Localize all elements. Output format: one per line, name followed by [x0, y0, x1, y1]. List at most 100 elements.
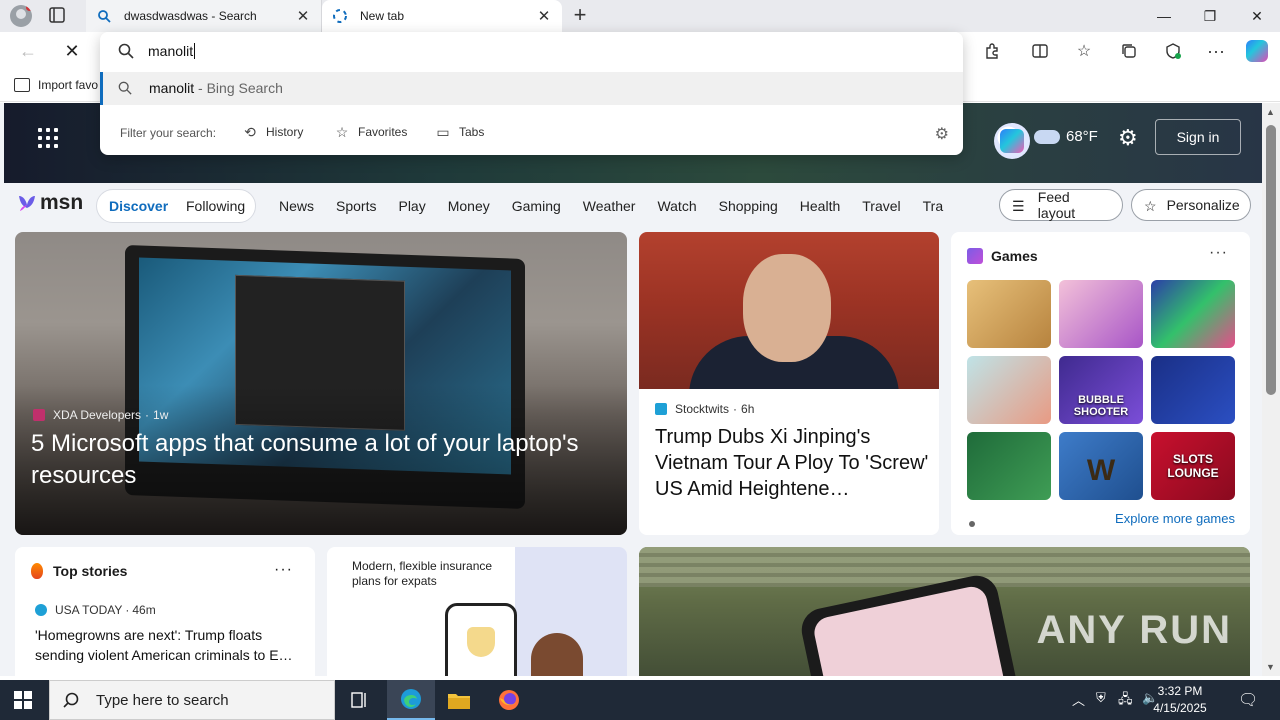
tray-chevron-icon[interactable]: ︿ — [1072, 690, 1085, 709]
games-more-button[interactable]: ··· — [1209, 244, 1228, 262]
nav-link[interactable]: Travel — [862, 198, 900, 214]
hero-article-card[interactable]: XDA Developers · 1w 5 Microsoft apps tha… — [15, 232, 627, 535]
nav-link[interactable]: Gaming — [512, 198, 561, 214]
source-name: XDA Developers — [53, 408, 142, 422]
personalize-button[interactable]: ☆ Personalize — [1131, 189, 1251, 221]
source-name: USA TODAY — [55, 603, 123, 617]
tray-security-icon[interactable]: ⛨ — [1096, 690, 1106, 706]
close-window-button[interactable]: ✕ — [1234, 0, 1280, 32]
msn-logo[interactable]: msn — [16, 191, 83, 215]
top-stories-more-button[interactable]: ··· — [274, 561, 293, 579]
search-filters: Filter your search: ⟲ History ☆ Favorite… — [100, 116, 963, 152]
article-headline[interactable]: 5 Microsoft apps that consume a lot of y… — [31, 428, 621, 492]
clock-date: 4/15/2025 — [1153, 701, 1207, 715]
filter-favorites[interactable]: ☆ Favorites — [334, 124, 408, 140]
article-headline[interactable]: Trump Dubs Xi Jinping's Vietnam Tour A P… — [655, 424, 930, 502]
game-tile-wood-screw[interactable] — [967, 280, 1051, 348]
split-screen-icon[interactable] — [1028, 39, 1052, 63]
app-launcher-icon[interactable] — [38, 128, 58, 148]
suggestion-row[interactable]: manolit - Bing Search — [100, 72, 963, 105]
title-bar: dwasdwasdwas - Search ✕ New tab ✕ + — ❐ … — [0, 0, 1280, 32]
sliders-icon: ☰ — [1012, 198, 1025, 214]
shield-icon — [467, 627, 495, 657]
nav-link[interactable]: Shopping — [719, 198, 778, 214]
edge-taskbar-icon[interactable] — [387, 680, 435, 720]
carousel-dots[interactable] — [969, 515, 989, 527]
article-age: 1w — [153, 408, 169, 422]
nav-link[interactable]: News — [279, 198, 314, 214]
category-links: News Sports Play Money Gaming Weather Wa… — [279, 198, 951, 214]
notifications-icon[interactable]: 🗨 — [1238, 690, 1258, 710]
nav-link[interactable]: Health — [800, 198, 840, 214]
tab-following[interactable]: Following — [186, 198, 245, 214]
nav-link[interactable]: Play — [398, 198, 425, 214]
copilot-icon[interactable] — [1246, 40, 1268, 62]
import-favorites-button[interactable]: Import favo — [14, 78, 98, 92]
game-tile-hospital[interactable] — [967, 356, 1051, 424]
page-settings-icon[interactable]: ⚙ — [1118, 125, 1138, 151]
sign-in-button[interactable]: Sign in — [1155, 119, 1241, 155]
top-stories-title: Top stories — [53, 563, 128, 579]
network-icon[interactable]: 🖧 — [1118, 690, 1133, 712]
system-clock[interactable]: 3:32 PM 4/15/2025 — [1140, 683, 1220, 717]
page-scrollbar[interactable]: ▲ ▼ — [1262, 103, 1280, 676]
msn-butterfly-icon — [19, 196, 35, 211]
nav-link[interactable]: Watch — [657, 198, 696, 214]
close-tab-icon[interactable]: ✕ — [295, 7, 311, 25]
game-tile-bubble-shooter[interactable]: BUBBLE SHOOTER — [1059, 356, 1143, 424]
browser-essentials-icon[interactable] — [1161, 39, 1185, 63]
filter-history[interactable]: ⟲ History — [242, 124, 303, 140]
stocktwits-logo-icon — [655, 403, 667, 415]
feed-layout-button[interactable]: ☰ Feed layout — [999, 189, 1123, 221]
ad-card[interactable]: Modern, flexible insurance plans for exp… — [327, 547, 627, 676]
file-explorer-icon[interactable] — [435, 680, 483, 720]
close-tab-icon[interactable]: ✕ — [536, 7, 552, 25]
settings-more-icon[interactable]: ··· — [1204, 39, 1228, 63]
news-article-card[interactable]: Stocktwits · 6h Trump Dubs Xi Jinping's … — [639, 232, 939, 535]
games-card: Games ··· BUBBLE SHOOTER W SLOTS LOUNGE … — [951, 232, 1250, 535]
game-tile-slots-lounge[interactable]: SLOTS LOUNGE — [1151, 432, 1235, 500]
start-button[interactable] — [14, 691, 32, 709]
scroll-down-icon[interactable]: ▼ — [1266, 662, 1275, 672]
favorites-star-icon[interactable]: ☆ — [1072, 39, 1096, 63]
address-input[interactable]: manolit — [148, 43, 196, 59]
filter-label: Filter your search: — [120, 126, 217, 140]
tab-label: dwasdwasdwas - Search — [124, 9, 257, 23]
stop-loading-button[interactable]: ✕ — [58, 38, 86, 64]
back-button[interactable]: ← — [14, 38, 42, 64]
restore-button[interactable]: ❐ — [1187, 0, 1233, 32]
collections-icon[interactable] — [1117, 39, 1141, 63]
taskbar-search[interactable]: Type here to search — [49, 680, 335, 720]
game-tile-makeup[interactable] — [1059, 280, 1143, 348]
nav-link[interactable]: Sports — [336, 198, 376, 214]
nav-link[interactable]: Tra — [923, 198, 943, 214]
firefox-icon[interactable] — [485, 680, 533, 720]
profile-avatar[interactable] — [10, 5, 32, 27]
tab-new-tab[interactable]: New tab ✕ — [322, 0, 562, 32]
tab-search[interactable]: dwasdwasdwas - Search ✕ — [86, 0, 322, 32]
tab-label: New tab — [360, 9, 405, 23]
game-tile-mahjong[interactable] — [967, 432, 1051, 500]
explore-more-games-link[interactable]: Explore more games — [1115, 511, 1235, 526]
nav-link[interactable]: Money — [448, 198, 490, 214]
filter-tabs[interactable]: ▭ Tabs — [435, 124, 484, 140]
flame-icon — [31, 563, 43, 579]
filter-settings-icon[interactable]: ⚙ — [935, 124, 949, 144]
address-bar[interactable]: manolit — [100, 32, 963, 70]
search-icon — [63, 692, 79, 708]
task-view-icon[interactable] — [336, 680, 384, 720]
tab-actions-icon[interactable] — [48, 6, 70, 26]
article-headline[interactable]: 'Homegrowns are next': Trump floats send… — [35, 625, 305, 665]
tab-discover[interactable]: Discover — [109, 198, 168, 214]
game-tile-blocks[interactable] — [1151, 356, 1235, 424]
extensions-icon[interactable] — [980, 39, 1004, 63]
minimize-button[interactable]: — — [1141, 0, 1187, 32]
scroll-up-icon[interactable]: ▲ — [1266, 107, 1275, 117]
weather-temp[interactable]: 68°F — [1066, 128, 1098, 145]
scroll-thumb[interactable] — [1266, 125, 1276, 395]
new-tab-button[interactable]: + — [568, 4, 592, 28]
nav-link[interactable]: Weather — [583, 198, 636, 214]
game-tile-jewels[interactable] — [1151, 280, 1235, 348]
game-tile-words[interactable]: W — [1059, 432, 1143, 500]
anyrun-watermark: ANY RUN — [1036, 608, 1232, 652]
